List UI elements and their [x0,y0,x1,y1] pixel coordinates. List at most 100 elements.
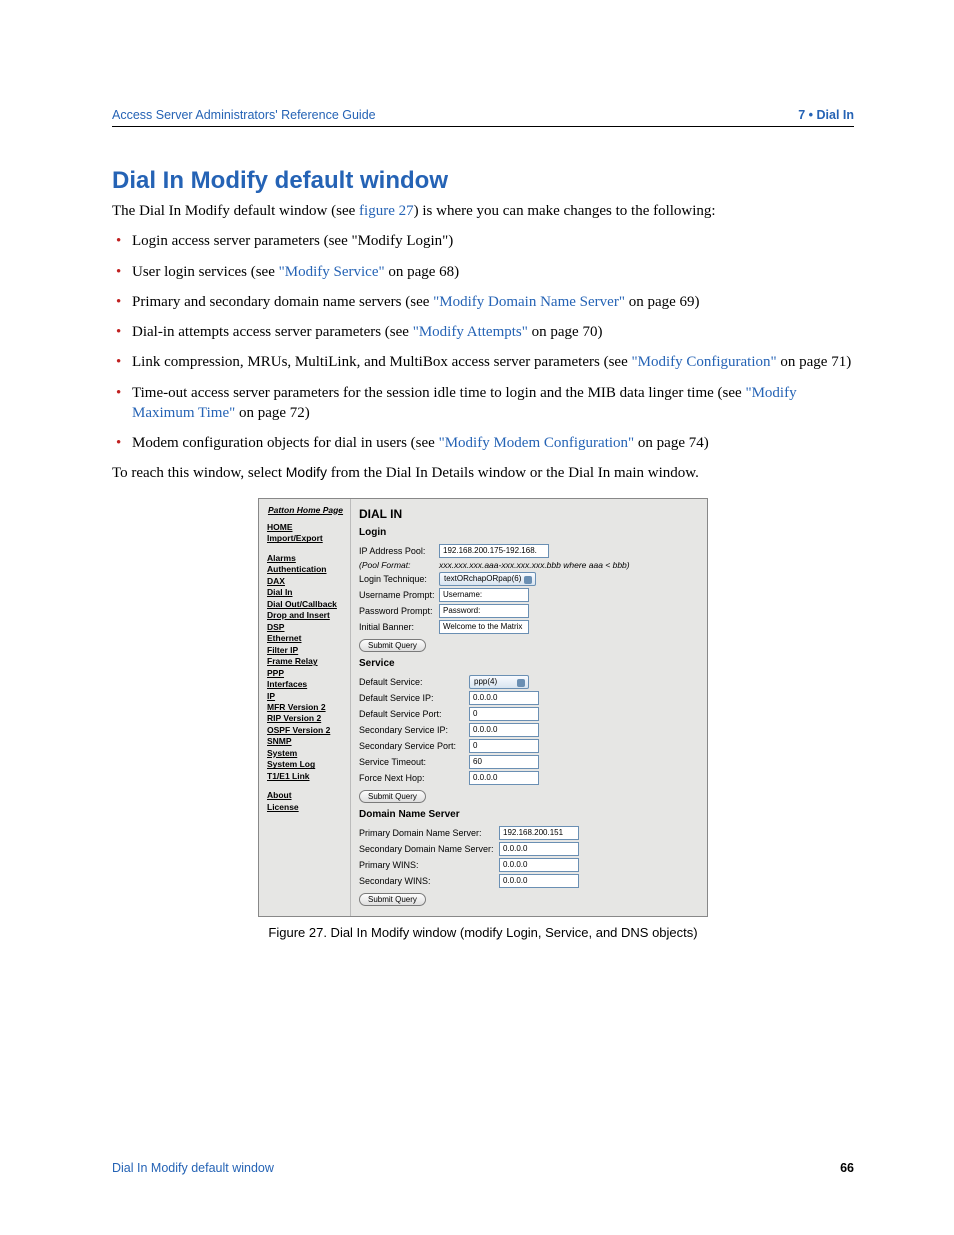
bullet-text-pre: Dial-in attempts access server parameter… [132,324,413,340]
submit-query-button[interactable]: Submit Query [359,639,426,652]
pool-format-label: (Pool Format: [359,560,439,570]
ip-pool-input[interactable]: 192.168.200.175-192.168. [439,544,549,558]
footer-section-name: Dial In Modify default window [112,1161,274,1175]
nav-link[interactable]: RIP Version 2 [267,713,344,724]
bullet-item: Time-out access server parameters for th… [112,383,854,424]
figure-27: Patton Home Page HOME Import/Export Alar… [258,498,708,940]
dns-heading: Domain Name Server [359,809,699,820]
nav-link[interactable]: System Log [267,759,344,770]
screenshot-window: Patton Home Page HOME Import/Export Alar… [258,498,708,917]
secondary-wins-label: Secondary WINS: [359,876,499,886]
bullet-item: Link compression, MRUs, MultiLink, and M… [112,352,854,372]
primary-dns-input[interactable]: 192.168.200.151 [499,826,579,840]
nav-link[interactable]: HOME [267,522,344,533]
nav-link[interactable]: Frame Relay [267,656,344,667]
submit-query-button[interactable]: Submit Query [359,893,426,906]
outro-text-a: To reach this window, select [112,465,286,481]
login-technique-select[interactable]: textORchapORpap(6) [439,572,536,586]
password-prompt-input[interactable]: Password: [439,604,529,618]
screenshot-sidebar: Patton Home Page HOME Import/Export Alar… [259,499,351,916]
nav-link[interactable]: MFR Version 2 [267,702,344,713]
nav-link[interactable]: T1/E1 Link [267,771,344,782]
bullet-list: Login access server parameters (see "Mod… [112,231,854,453]
nav-home-page-link[interactable]: Patton Home Page [267,505,344,516]
username-prompt-input[interactable]: Username: [439,588,529,602]
bullet-text-pre: Time-out access server parameters for th… [132,385,745,401]
bullet-text-post: on page 71) [777,354,852,370]
nav-link[interactable]: System [267,748,344,759]
force-next-hop-input[interactable]: 0.0.0.0 [469,771,539,785]
section-title: Dial In Modify default window [112,167,854,195]
nav-link[interactable]: IP [267,691,344,702]
primary-dns-label: Primary Domain Name Server: [359,828,499,838]
nav-link[interactable]: OSPF Version 2 [267,725,344,736]
default-service-port-label: Default Service Port: [359,709,469,719]
bullet-text-pre: Primary and secondary domain name server… [132,294,433,310]
username-prompt-label: Username Prompt: [359,590,439,600]
service-timeout-label: Service Timeout: [359,757,469,767]
bullet-item: Login access server parameters (see "Mod… [112,231,854,251]
nav-link[interactable]: Filter IP [267,645,344,656]
nav-link[interactable]: License [267,802,344,813]
default-service-ip-input[interactable]: 0.0.0.0 [469,691,539,705]
nav-link[interactable]: SNMP [267,736,344,747]
nav-link[interactable]: DAX [267,576,344,587]
service-heading: Service [359,658,699,669]
bullet-text-pre: User login services (see [132,264,279,280]
nav-link[interactable]: DSP [267,622,344,633]
outro-paragraph: To reach this window, select Modify from… [112,463,854,483]
default-service-ip-label: Default Service IP: [359,693,469,703]
default-service-label: Default Service: [359,677,469,687]
cross-ref-link[interactable]: "Modify Configuration" [631,354,776,370]
bullet-text-pre: Modem configuration objects for dial in … [132,435,439,451]
bullet-text-post: on page 68) [385,264,460,280]
secondary-service-port-input[interactable]: 0 [469,739,539,753]
nav-link[interactable]: Drop and Insert [267,610,344,621]
bullet-item: User login services (see "Modify Service… [112,262,854,282]
default-service-select[interactable]: ppp(4) [469,675,529,689]
bullet-text-post: on page 70) [528,324,603,340]
nav-link[interactable]: Alarms [267,553,344,564]
password-prompt-label: Password Prompt: [359,606,439,616]
cross-ref-link[interactable]: "Modify Modem Configuration" [439,435,635,451]
nav-link[interactable]: Import/Export [267,533,344,544]
ui-term-modify: Modify [286,464,327,480]
default-service-port-input[interactable]: 0 [469,707,539,721]
login-technique-label: Login Technique: [359,574,439,584]
cross-ref-link[interactable]: "Modify Service" [279,264,385,280]
primary-wins-input[interactable]: 0.0.0.0 [499,858,579,872]
cross-ref-link[interactable]: "Modify Domain Name Server" [433,294,625,310]
service-timeout-input[interactable]: 60 [469,755,539,769]
nav-link[interactable]: Dial In [267,587,344,598]
nav-link[interactable]: Dial Out/Callback [267,599,344,610]
footer-page-number: 66 [840,1161,854,1175]
nav-link[interactable]: Interfaces [267,679,344,690]
cross-ref-link[interactable]: "Modify Attempts" [413,324,528,340]
header-doc-title: Access Server Administrators' Reference … [112,108,376,122]
secondary-service-ip-label: Secondary Service IP: [359,725,469,735]
initial-banner-label: Initial Banner: [359,622,439,632]
bullet-text-pre: Link compression, MRUs, MultiLink, and M… [132,354,631,370]
secondary-dns-input[interactable]: 0.0.0.0 [499,842,579,856]
bullet-item: Dial-in attempts access server parameter… [112,322,854,342]
nav-link[interactable]: PPP [267,668,344,679]
nav-link[interactable]: Ethernet [267,633,344,644]
intro-text-a: The Dial In Modify default window (see [112,203,359,219]
secondary-service-ip-input[interactable]: 0.0.0.0 [469,723,539,737]
secondary-service-port-label: Secondary Service Port: [359,741,469,751]
primary-wins-label: Primary WINS: [359,860,499,870]
initial-banner-input[interactable]: Welcome to the Matrix [439,620,529,634]
pool-format-hint: xxx.xxx.xxx.aaa-xxx.xxx.xxx.bbb where aa… [439,560,630,570]
secondary-wins-input[interactable]: 0.0.0.0 [499,874,579,888]
secondary-dns-label: Secondary Domain Name Server: [359,844,499,854]
intro-text-b: ) is where you can make changes to the f… [414,203,716,219]
nav-link[interactable]: About [267,790,344,801]
figure-caption: Figure 27. Dial In Modify window (modify… [258,925,708,940]
figure-cross-ref[interactable]: figure 27 [359,203,414,219]
page-footer: Dial In Modify default window 66 [112,1161,854,1175]
submit-query-button[interactable]: Submit Query [359,790,426,803]
page-header: Access Server Administrators' Reference … [112,108,854,127]
force-next-hop-label: Force Next Hop: [359,773,469,783]
nav-link[interactable]: Authentication [267,564,344,575]
bullet-text: Login access server parameters (see "Mod… [132,233,453,249]
